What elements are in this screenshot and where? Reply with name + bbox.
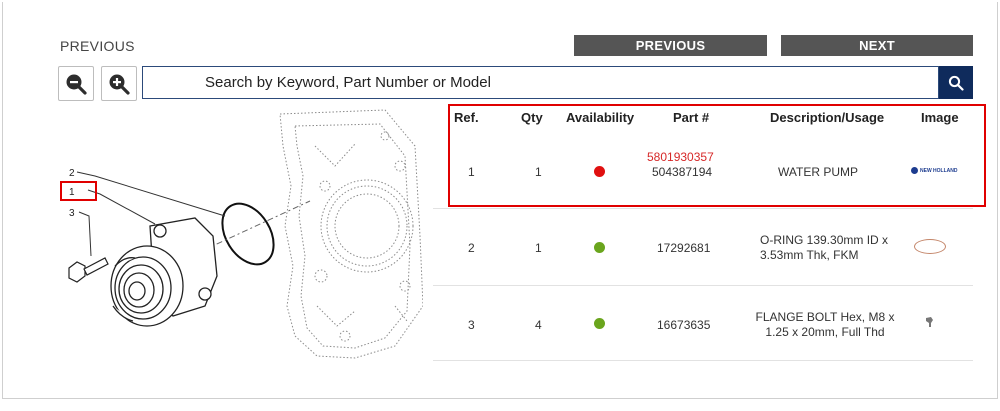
row-divider bbox=[433, 285, 973, 286]
search-placeholder: Search by Keyword, Part Number or Model bbox=[205, 74, 491, 91]
availability-dot bbox=[594, 242, 605, 253]
callout-highlight bbox=[60, 181, 97, 201]
engine-block-drawing bbox=[279, 109, 423, 359]
description-line: FLANGE BOLT Hex, M8 x bbox=[755, 310, 895, 324]
row-part-number[interactable]: 16673635 bbox=[657, 318, 710, 332]
row-ref: 3 bbox=[468, 318, 475, 332]
callout-3: 3 bbox=[69, 208, 75, 219]
callout-2: 2 bbox=[69, 168, 75, 179]
previous-button[interactable]: PREVIOUS bbox=[574, 35, 767, 56]
zoom-in-button[interactable] bbox=[101, 66, 137, 101]
previous-label: PREVIOUS bbox=[60, 38, 135, 54]
availability-dot bbox=[594, 318, 605, 329]
zoom-in-icon bbox=[109, 74, 130, 95]
zoom-out-icon bbox=[66, 74, 87, 95]
row-description: FLANGE BOLT Hex, M8 x 1.25 x 20mm, Full … bbox=[752, 310, 898, 340]
description-line: 3.53mm Thk, FKM bbox=[760, 248, 859, 262]
search-input[interactable]: Search by Keyword, Part Number or Model bbox=[142, 66, 939, 99]
o-ring-drawing bbox=[221, 202, 275, 266]
zoom-out-button[interactable] bbox=[58, 66, 94, 101]
search-icon bbox=[948, 75, 964, 91]
row-description: O-RING 139.30mm ID x 3.53mm Thk, FKM bbox=[760, 233, 888, 263]
row-part-number[interactable]: 17292681 bbox=[657, 241, 710, 255]
row-divider bbox=[433, 208, 973, 209]
description-line: O-RING 139.30mm ID x bbox=[760, 233, 889, 247]
row-qty: 1 bbox=[535, 241, 542, 255]
selected-row-highlight bbox=[448, 104, 986, 207]
row-divider bbox=[433, 360, 973, 361]
bolt-thumbnail[interactable] bbox=[925, 316, 935, 328]
parts-diagram: 2 1 3 bbox=[68, 109, 423, 359]
o-ring-thumbnail[interactable] bbox=[914, 239, 946, 254]
bolt-drawing bbox=[68, 257, 109, 283]
row-ref: 2 bbox=[468, 241, 475, 255]
next-button[interactable]: NEXT bbox=[781, 35, 973, 56]
search-button[interactable] bbox=[939, 66, 973, 99]
description-line: 1.25 x 20mm, Full Thd bbox=[765, 325, 885, 339]
row-qty: 4 bbox=[535, 318, 542, 332]
water-pump-drawing bbox=[110, 217, 218, 327]
